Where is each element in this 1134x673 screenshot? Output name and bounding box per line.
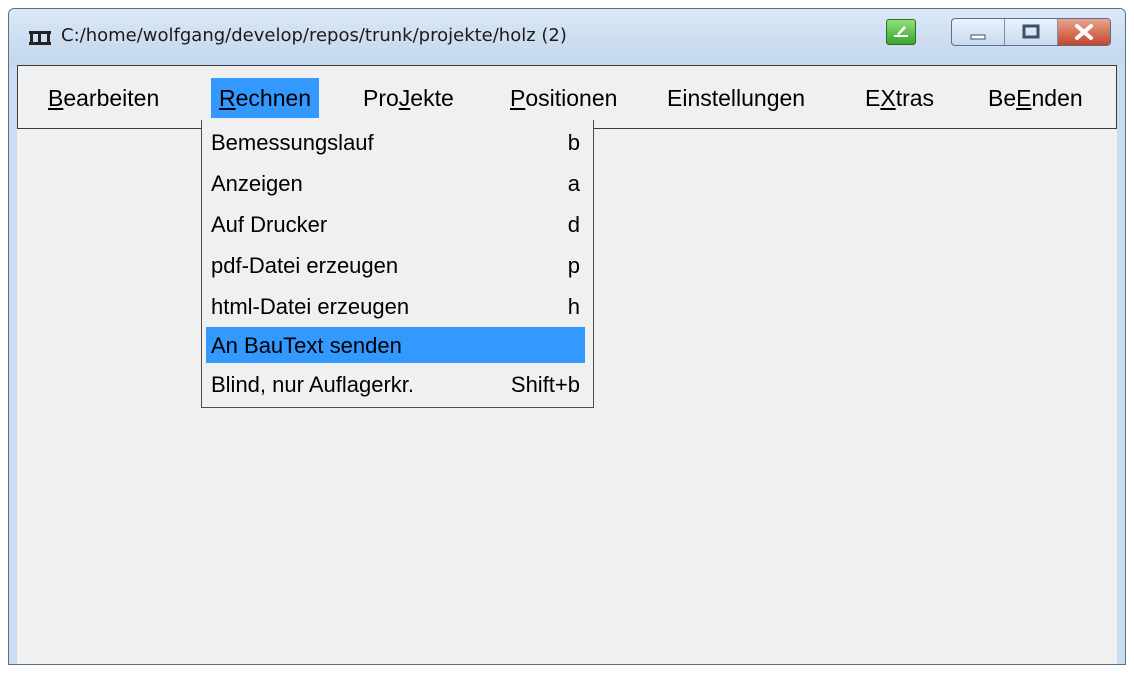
menu-mnemonic: P — [510, 85, 526, 111]
menu-extras[interactable]: EXtras — [857, 78, 942, 118]
menu-item-pdf-datei[interactable]: pdf-Datei erzeugen p — [206, 247, 585, 283]
menu-rechnen[interactable]: Rechnen — [211, 78, 320, 118]
menu-item-label: Bemessungslauf — [211, 130, 374, 155]
menu-label-pre: E — [865, 85, 881, 111]
menu-label-post: Einstellungen — [667, 85, 806, 111]
maximize-button[interactable] — [1005, 19, 1058, 45]
minimize-icon — [970, 34, 986, 40]
window-title: C:/home/wolfgang/develop/repos/trunk/pro… — [61, 25, 567, 46]
menu-label-post: ekte — [410, 85, 454, 111]
menu-item-shortcut: d — [567, 212, 580, 237]
menu-beenden[interactable]: BeEnden — [980, 78, 1091, 118]
maximize-icon — [1022, 24, 1040, 39]
menu-item-blind-auflagerkr[interactable]: Blind, nur Auflagerkr. Shift+b — [206, 366, 585, 402]
menu-mnemonic: R — [219, 85, 236, 111]
menu-item-label: Blind, nur Auflagerkr. — [211, 372, 415, 397]
menu-item-label: Auf Drucker — [211, 212, 328, 237]
menu-item-label: Anzeigen — [211, 171, 303, 196]
menu-label-pre: Pro — [363, 85, 399, 111]
menu-mnemonic: J — [398, 85, 411, 111]
menu-einstellungen[interactable]: Einstellungen — [659, 78, 813, 118]
menu-label-pre: Be — [988, 85, 1017, 111]
menu-label-post: ositionen — [525, 85, 618, 111]
menu-item-shortcut: Shift+b — [510, 372, 580, 397]
menu-item-shortcut: b — [567, 130, 580, 155]
pencil-icon — [894, 26, 908, 37]
edit-icon-button[interactable] — [886, 19, 916, 45]
minimize-button[interactable] — [952, 19, 1005, 45]
menu-item-shortcut: h — [567, 294, 580, 319]
menu-item-an-bautext-senden[interactable]: An BauText senden — [206, 327, 585, 363]
menu-mnemonic: E — [1016, 85, 1032, 111]
menu-label-post: tras — [895, 85, 935, 111]
menu-label-post: nden — [1031, 85, 1083, 111]
menu-item-bemessungslauf[interactable]: Bemessungslauf b — [206, 124, 585, 160]
menu-bearbeiten[interactable]: Bearbeiten — [40, 78, 167, 118]
menu-item-auf-drucker[interactable]: Auf Drucker d — [206, 206, 585, 242]
caption-buttons — [951, 18, 1111, 46]
menu-item-label: pdf-Datei erzeugen — [211, 253, 399, 278]
title-bar[interactable]: C:/home/wolfgang/develop/repos/trunk/pro… — [9, 9, 1125, 65]
menu-item-label: html-Datei erzeugen — [211, 294, 410, 319]
menu-item-html-datei[interactable]: html-Datei erzeugen h — [206, 288, 585, 324]
bridge-app-icon — [29, 31, 51, 45]
close-icon — [1075, 24, 1093, 40]
menu-item-anzeigen[interactable]: Anzeigen a — [206, 165, 585, 201]
rechnen-dropdown-menu: Bemessungslauf b Anzeigen a Auf Drucker … — [201, 120, 594, 408]
close-button[interactable] — [1058, 19, 1110, 45]
menu-item-shortcut: p — [567, 253, 580, 278]
menu-item-shortcut: a — [567, 171, 580, 196]
menu-item-label: An BauText senden — [211, 333, 402, 358]
menu-mnemonic: B — [48, 85, 64, 111]
menu-label-post: echnen — [235, 85, 312, 111]
menu-label-post: earbeiten — [63, 85, 160, 111]
menu-positionen[interactable]: Positionen — [502, 78, 625, 118]
menu-mnemonic: X — [880, 85, 896, 111]
menu-projekte[interactable]: ProJekte — [355, 78, 462, 118]
